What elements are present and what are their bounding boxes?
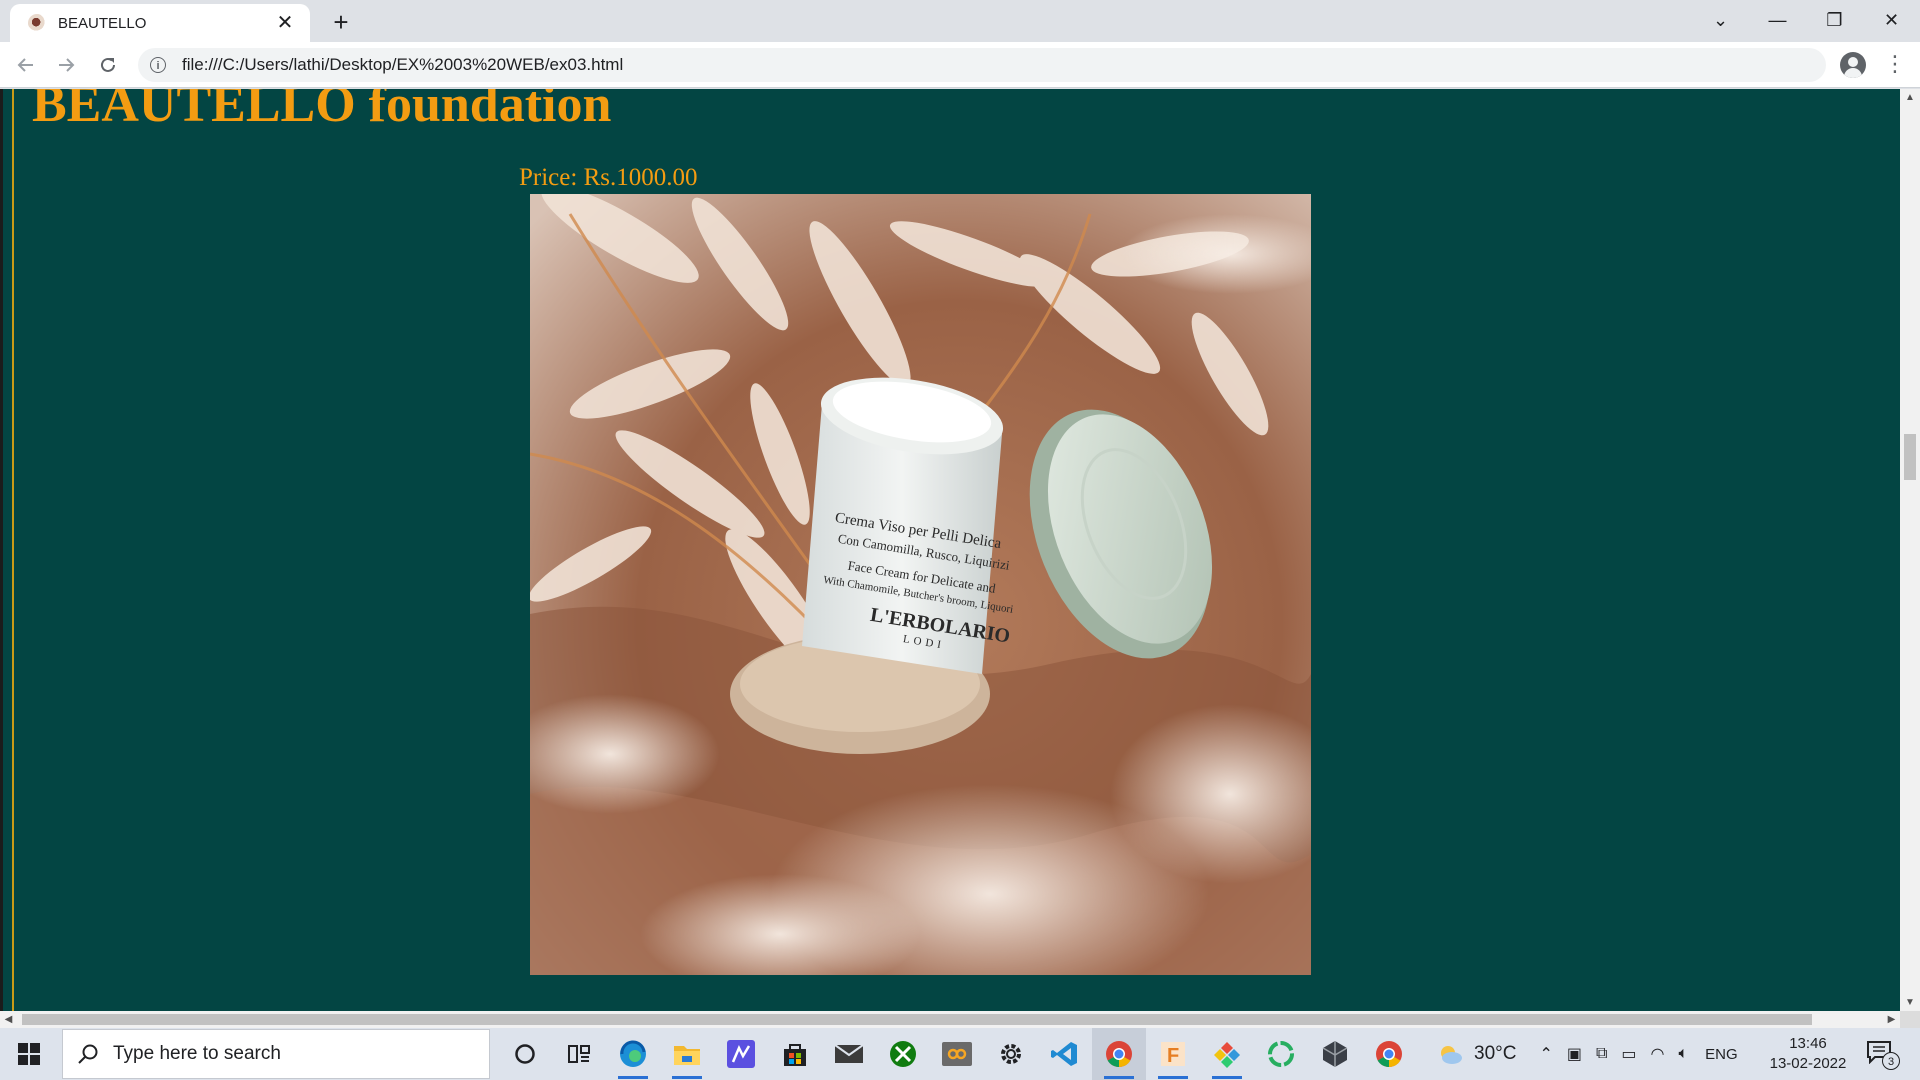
svg-text:F: F [1167, 1045, 1179, 1067]
language-indicator[interactable]: ENG [1705, 1046, 1738, 1063]
horizontal-scroll-thumb[interactable] [22, 1014, 1812, 1025]
file-explorer-icon[interactable] [660, 1028, 714, 1080]
search-icon [78, 1044, 98, 1064]
display-icon[interactable]: ⧉ [1596, 1045, 1607, 1063]
volume-icon[interactable]: 🔈︎ [1679, 1045, 1689, 1063]
vscode-icon[interactable] [1038, 1028, 1092, 1080]
site-info-icon[interactable]: i [150, 57, 166, 73]
start-button[interactable] [0, 1028, 58, 1080]
running-indicator [1158, 1076, 1188, 1079]
clock[interactable]: 13:46 13-02-2022 [1766, 1034, 1850, 1074]
chrome-icon[interactable] [1092, 1028, 1146, 1080]
page-border [0, 89, 3, 1011]
xbox-icon[interactable] [876, 1028, 930, 1080]
face-cream-photo: Crema Viso per Pelli Delica Con Camomill… [530, 194, 1311, 975]
scroll-left-icon[interactable]: ◀ [0, 1011, 17, 1028]
windows-logo-icon [18, 1043, 40, 1065]
favicon-icon [28, 14, 46, 32]
search-placeholder: Type here to search [113, 1043, 281, 1064]
running-indicator [1104, 1076, 1134, 1079]
taskbar: Type here to search F 30°C ⌃ ▣ ⧉ ▭ ◠ 🔈︎ … [0, 1028, 1920, 1080]
weather-icon[interactable] [1436, 1042, 1464, 1066]
address-bar[interactable]: i file:///C:/Users/lathi/Desktop/EX%2003… [138, 48, 1826, 82]
weather-temperature[interactable]: 30°C [1474, 1043, 1516, 1065]
scroll-up-icon[interactable]: ▲ [1900, 89, 1920, 106]
battery-icon[interactable]: ▭ [1621, 1044, 1636, 1064]
page-border-accent [12, 89, 14, 1011]
settings-icon[interactable] [984, 1028, 1038, 1080]
show-hidden-icons-icon[interactable]: ⌃ [1539, 1044, 1552, 1064]
product-price: Price: Rs.1000.00 [519, 164, 698, 191]
profile-icon[interactable] [1840, 52, 1866, 78]
store-icon[interactable] [768, 1028, 822, 1080]
chrome-icon[interactable] [1362, 1028, 1416, 1080]
restore-button[interactable]: ❐ [1806, 0, 1863, 40]
app-icon[interactable] [1200, 1028, 1254, 1080]
tab-search-button[interactable]: ⌄ [1692, 0, 1749, 40]
app-icon[interactable] [1308, 1028, 1362, 1080]
running-indicator [1212, 1076, 1242, 1079]
cortana-icon[interactable] [498, 1028, 552, 1080]
tab-close-icon[interactable]: ✕ [274, 12, 296, 34]
minimize-button[interactable]: — [1749, 0, 1806, 40]
pinned-apps: F [498, 1028, 1416, 1080]
url-text[interactable]: file:///C:/Users/lathi/Desktop/EX%2003%2… [182, 55, 623, 75]
forward-arrow-icon [59, 58, 75, 72]
mail-icon[interactable] [822, 1028, 876, 1080]
scrollbar-corner [1900, 1011, 1920, 1028]
vertical-scrollbar[interactable]: ▲ ▼ [1900, 89, 1920, 1011]
page-heading: BEAUTELLO foundation [32, 89, 612, 133]
vertical-scroll-thumb[interactable] [1904, 434, 1916, 480]
scroll-down-icon[interactable]: ▼ [1900, 994, 1920, 1011]
app-icon[interactable] [930, 1028, 984, 1080]
system-tray: 30°C ⌃ ▣ ⧉ ▭ ◠ 🔈︎ ENG [1436, 1028, 1752, 1080]
menu-icon[interactable]: ⋮ [1884, 52, 1906, 78]
page-viewport: BEAUTELLO foundation Price: Rs.1000.00 C… [0, 89, 1900, 1011]
clock-date: 13-02-2022 [1769, 1055, 1847, 1072]
window-controls: ⌄ — ❐ ✕ [1692, 0, 1920, 40]
edge-icon[interactable] [606, 1028, 660, 1080]
back-arrow-icon [17, 58, 33, 72]
scroll-right-icon[interactable]: ▶ [1883, 1011, 1900, 1028]
meet-now-icon[interactable]: ▣ [1567, 1044, 1582, 1064]
taskbar-search[interactable]: Type here to search [62, 1029, 490, 1079]
running-indicator [672, 1076, 702, 1079]
close-window-button[interactable]: ✕ [1863, 0, 1920, 40]
tab-strip: BEAUTELLO ✕ + ⌄ — ❐ ✕ [0, 0, 1920, 42]
tab-title: BEAUTELLO [58, 14, 147, 32]
horizontal-scrollbar[interactable]: ◀ ▶ [0, 1011, 1900, 1028]
back-button[interactable] [12, 51, 40, 79]
browser-tab[interactable]: BEAUTELLO ✕ [10, 4, 310, 42]
reload-button[interactable] [94, 51, 122, 79]
app-icon[interactable] [1254, 1028, 1308, 1080]
notification-center-button[interactable]: 3 [1866, 1040, 1900, 1070]
product-image: Crema Viso per Pelli Delica Con Camomill… [530, 194, 1311, 975]
clock-time: 13:46 [1789, 1035, 1827, 1052]
notification-count-badge: 3 [1882, 1052, 1900, 1070]
browser-toolbar: i file:///C:/Users/lathi/Desktop/EX%2003… [0, 42, 1920, 88]
app-icon[interactable]: F [1146, 1028, 1200, 1080]
app-icon[interactable] [714, 1028, 768, 1080]
task-view-icon[interactable] [552, 1028, 606, 1080]
forward-button[interactable] [52, 51, 80, 79]
wifi-icon[interactable]: ◠ [1651, 1044, 1665, 1064]
new-tab-button[interactable]: + [326, 8, 356, 38]
running-indicator [618, 1076, 648, 1079]
reload-icon [101, 57, 115, 72]
